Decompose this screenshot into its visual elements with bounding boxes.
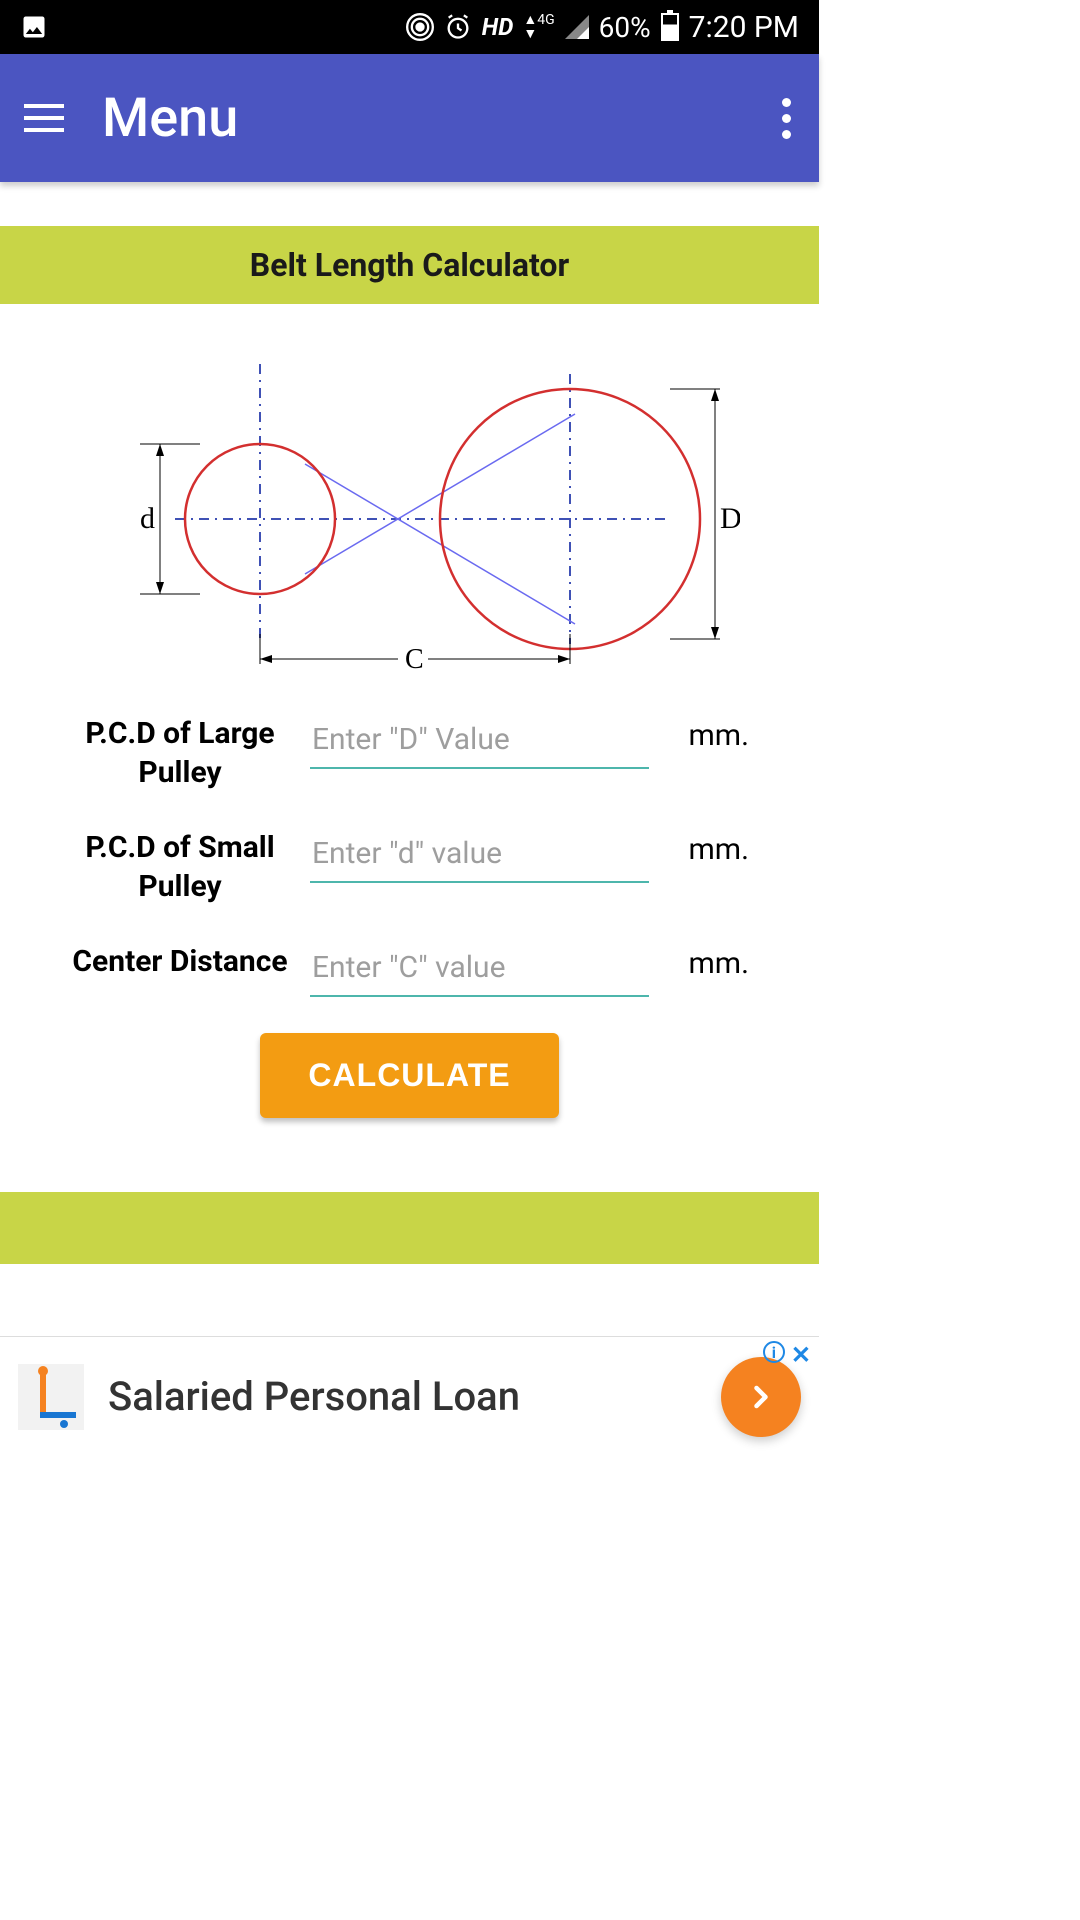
image-icon (20, 13, 48, 41)
ad-controls: i ✕ (763, 1341, 811, 1369)
unit-center: mm. (669, 942, 749, 981)
field-row-large: P.C.D of Large Pulley mm. (70, 714, 749, 792)
diagram-label-d: d (140, 502, 155, 535)
status-bar: HD ▲4G▼ 60% 7:20 PM (0, 0, 819, 54)
hotspot-icon (406, 13, 434, 41)
status-right: HD ▲4G▼ 60% 7:20 PM (406, 10, 799, 45)
field-row-center: Center Distance mm. (70, 942, 749, 997)
overflow-menu-icon[interactable] (778, 90, 795, 147)
alarm-icon (444, 13, 472, 41)
label-small-pulley: P.C.D of Small Pulley (70, 828, 290, 906)
unit-large: mm. (669, 714, 749, 753)
network-label: ▲4G▼ (523, 13, 554, 41)
diagram-label-D: D (720, 502, 740, 535)
status-time: 7:20 PM (689, 10, 799, 45)
ad-text: Salaried Personal Loan (108, 1373, 721, 1420)
input-large-pulley[interactable] (310, 714, 649, 769)
hamburger-icon[interactable] (24, 104, 64, 132)
chevron-right-icon (743, 1379, 779, 1415)
input-center-distance[interactable] (310, 942, 649, 997)
app-bar: Menu (0, 54, 819, 182)
ad-close-icon[interactable]: ✕ (791, 1341, 811, 1369)
battery-icon (661, 13, 679, 41)
label-center-distance: Center Distance (70, 942, 290, 981)
diagram-label-C: C (405, 644, 424, 675)
input-form: P.C.D of Large Pulley mm. P.C.D of Small… (0, 694, 819, 1192)
ad-logo (18, 1364, 84, 1430)
content-area: Belt Length Calculator d (0, 226, 819, 1264)
unit-small: mm. (669, 828, 749, 867)
pulley-diagram: d D C (0, 304, 819, 694)
status-left (20, 13, 48, 41)
bottom-banner (0, 1192, 819, 1264)
ad-banner[interactable]: i ✕ Salaried Personal Loan (0, 1336, 819, 1456)
hd-indicator: HD (482, 13, 514, 41)
section-title: Belt Length Calculator (0, 226, 819, 304)
ad-info-icon[interactable]: i (763, 1341, 785, 1363)
field-row-small: P.C.D of Small Pulley mm. (70, 828, 749, 906)
battery-percent: 60% (599, 11, 651, 44)
signal-icon (565, 15, 589, 39)
input-small-pulley[interactable] (310, 828, 649, 883)
app-title: Menu (102, 87, 778, 150)
label-large-pulley: P.C.D of Large Pulley (70, 714, 290, 792)
calculate-button[interactable]: CALCULATE (260, 1033, 558, 1118)
